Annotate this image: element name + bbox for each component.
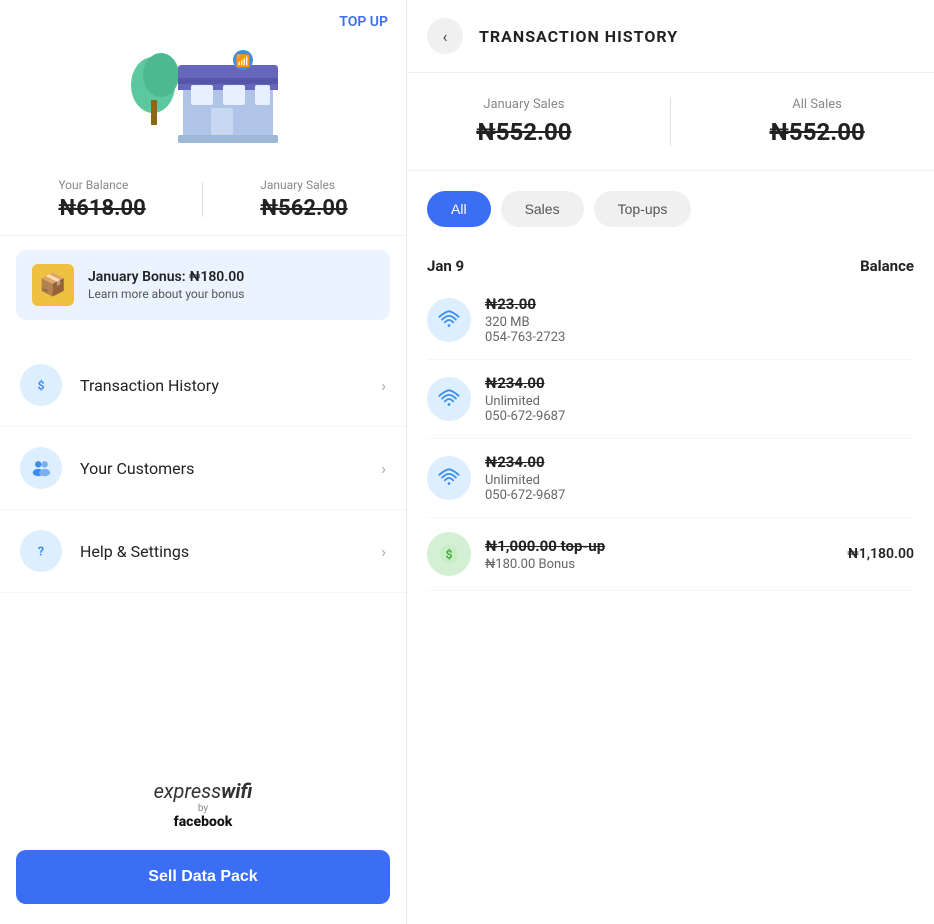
transactions-list: Jan 9 Balance ₦23.00 320 MB 054-763-2723: [407, 237, 934, 601]
tx-amount-2: ₦234.00: [485, 374, 914, 392]
chevron-right-icon: ›: [381, 376, 386, 395]
brand-footer: expresswifi by facebook: [0, 749, 406, 850]
wifi-icon-circle-2: [427, 377, 471, 421]
january-sales-label: January Sales: [260, 178, 335, 192]
table-row: ₦23.00 320 MB 054-763-2723: [427, 281, 914, 360]
tx-details-2: ₦234.00 Unlimited 050-672-9687: [485, 374, 914, 424]
tx-details-1: ₦23.00 320 MB 054-763-2723: [485, 295, 914, 345]
svg-text:?: ?: [38, 545, 44, 560]
people-icon: [30, 457, 52, 479]
brand-logo: expresswifi by facebook: [154, 779, 253, 830]
transaction-history-icon-circle: $: [20, 364, 62, 406]
your-balance-item: Your Balance ₦618.00: [58, 178, 145, 221]
menu-item-your-customers[interactable]: Your Customers ›: [0, 427, 406, 510]
table-row: ₦234.00 Unlimited 050-672-9687: [427, 439, 914, 518]
menu-item-help-settings[interactable]: ? Help & Settings ›: [0, 510, 406, 593]
sales-summary: January Sales ₦552.00 All Sales ₦552.00: [407, 73, 934, 171]
all-sales-summary-value: ₦552.00: [769, 118, 864, 146]
bonus-icon: 📦: [32, 264, 74, 306]
right-panel: ‹ TRANSACTION HISTORY January Sales ₦552…: [407, 0, 934, 924]
chevron-right-icon-2: ›: [381, 459, 386, 478]
balance-col-label: Balance: [860, 257, 914, 275]
wifi-icon-circle-3: [427, 456, 471, 500]
tx-details-3: ₦234.00 Unlimited 050-672-9687: [485, 453, 914, 503]
tx-amount-4: ₦1,000.00 top-up: [485, 537, 847, 555]
balance-divider: [202, 182, 203, 217]
dollar-sign-icon: $: [30, 374, 52, 396]
all-sales-summary-label: All Sales: [792, 97, 842, 112]
right-header: ‹ TRANSACTION HISTORY: [407, 0, 934, 73]
bonus-text: January Bonus: ₦180.00 Learn more about …: [88, 269, 244, 301]
bonus-title: January Bonus: ₦180.00: [88, 269, 244, 285]
wifi-icon-3: [438, 467, 460, 489]
menu-label-help-settings: Help & Settings: [80, 542, 381, 561]
menu-list: $ Transaction History › Your Customers ›: [0, 344, 406, 749]
january-sales-item: January Sales ₦562.00: [260, 178, 347, 221]
dollar-sign-icon-4: $: [438, 543, 460, 565]
page-title: TRANSACTION HISTORY: [479, 27, 678, 46]
tx-phone-1: 054-763-2723: [485, 330, 914, 345]
chevron-right-icon-3: ›: [381, 542, 386, 561]
filter-tabs: All Sales Top-ups: [407, 171, 934, 237]
tx-desc-4: ₦180.00 Bonus: [485, 557, 847, 572]
balance-section: Your Balance ₦618.00 January Sales ₦562.…: [0, 168, 406, 236]
january-sales-summary: January Sales ₦552.00: [476, 97, 571, 146]
your-balance-label: Your Balance: [58, 178, 128, 192]
wifi-icon-2: [438, 388, 460, 410]
tx-desc-3: Unlimited: [485, 473, 914, 488]
menu-label-your-customers: Your Customers: [80, 459, 381, 478]
tx-phone-2: 050-672-9687: [485, 409, 914, 424]
tx-desc-2: Unlimited: [485, 394, 914, 409]
january-sales-summary-label: January Sales: [483, 97, 564, 112]
brand-by: by: [154, 803, 253, 814]
help-settings-icon-circle: ?: [20, 530, 62, 572]
table-row: ₦234.00 Unlimited 050-672-9687: [427, 360, 914, 439]
filter-tab-topups[interactable]: Top-ups: [594, 191, 692, 227]
left-panel: TOP UP 📶 Your B: [0, 0, 407, 924]
svg-text:$: $: [38, 379, 45, 393]
wifi-icon-1: [438, 309, 460, 331]
your-customers-icon-circle: [20, 447, 62, 489]
wifi-icon-circle-1: [427, 298, 471, 342]
tx-details-4: ₦1,000.00 top-up ₦180.00 Bonus: [485, 537, 847, 572]
menu-label-transaction-history: Transaction History: [80, 376, 381, 395]
all-sales-summary: All Sales ₦552.00: [769, 97, 864, 146]
bonus-subtitle: Learn more about your bonus: [88, 287, 244, 301]
dollar-icon-circle-4: $: [427, 532, 471, 576]
your-balance-value: ₦618.00: [58, 196, 145, 221]
menu-item-transaction-history[interactable]: $ Transaction History ›: [0, 344, 406, 427]
filter-tab-sales[interactable]: Sales: [501, 191, 584, 227]
table-row: $ ₦1,000.00 top-up ₦180.00 Bonus ₦1,180.…: [427, 518, 914, 591]
back-button[interactable]: ‹: [427, 18, 463, 54]
brand-facebook: facebook: [154, 814, 253, 830]
filter-tab-all[interactable]: All: [427, 191, 491, 227]
tx-desc-1: 320 MB: [485, 315, 914, 330]
bonus-banner[interactable]: 📦 January Bonus: ₦180.00 Learn more abou…: [16, 250, 390, 320]
date-header: Jan 9 Balance: [427, 247, 914, 281]
tx-balance-4: ₦1,180.00: [847, 546, 914, 562]
question-mark-icon: ?: [30, 540, 52, 562]
topup-button[interactable]: TOP UP: [339, 14, 388, 30]
date-label: Jan 9: [427, 257, 464, 275]
sell-data-pack-button[interactable]: Sell Data Pack: [16, 850, 390, 904]
january-sales-value: ₦562.00: [260, 196, 347, 221]
tx-amount-3: ₦234.00: [485, 453, 914, 471]
january-sales-summary-value: ₦552.00: [476, 118, 571, 146]
back-chevron-icon: ‹: [443, 27, 448, 46]
tx-phone-3: 050-672-9687: [485, 488, 914, 503]
svg-text:📶: 📶: [236, 54, 251, 68]
svg-text:$: $: [446, 548, 453, 562]
brand-express-wifi: expresswifi: [154, 779, 253, 803]
tx-amount-1: ₦23.00: [485, 295, 914, 313]
sales-summary-divider: [670, 97, 671, 146]
